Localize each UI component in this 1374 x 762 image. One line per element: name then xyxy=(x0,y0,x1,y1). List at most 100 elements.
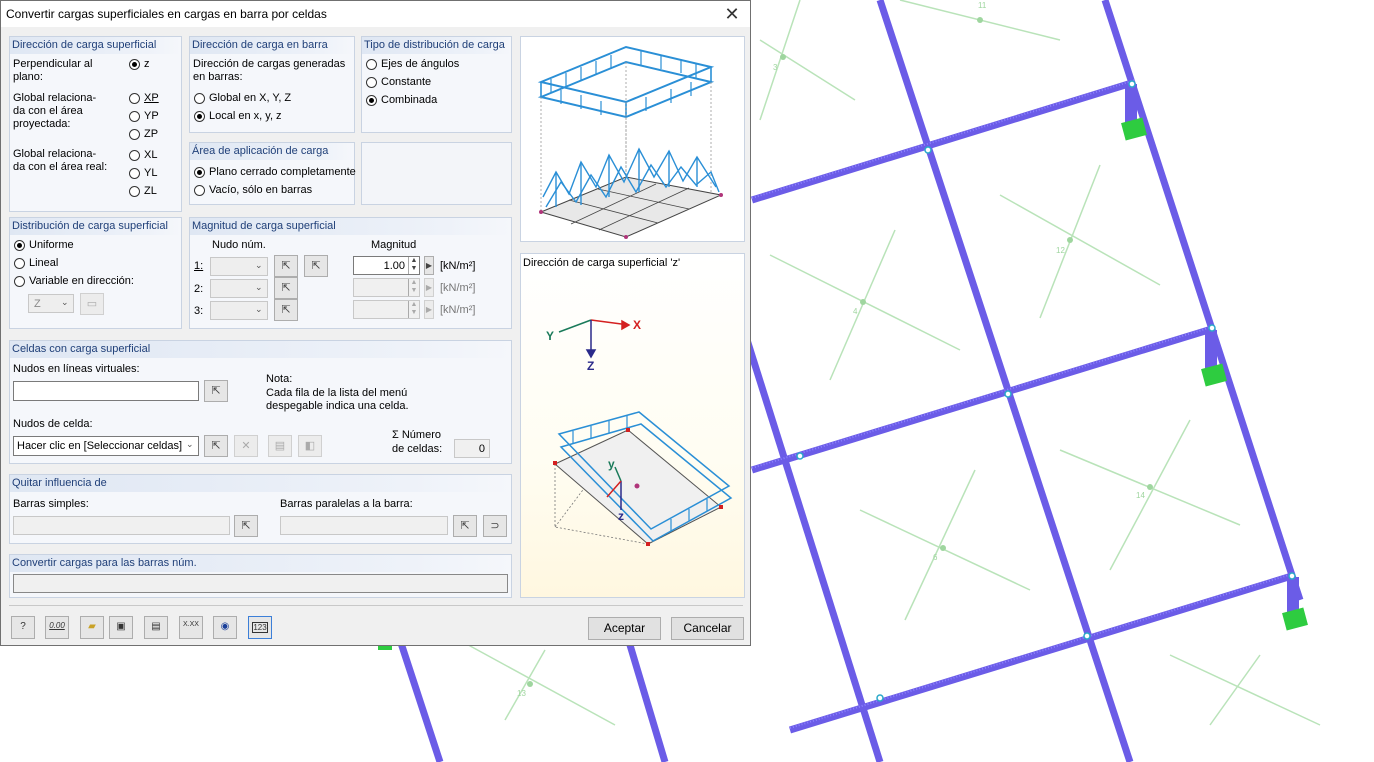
footer-separator xyxy=(9,605,743,606)
number-icon[interactable]: 123 xyxy=(248,616,272,639)
direction-illustration: X Y Z y z xyxy=(546,318,733,546)
group-header: Distribución de carga superficial xyxy=(12,220,168,232)
radio-global-xyz[interactable] xyxy=(194,93,205,104)
distribution-illustration xyxy=(537,45,723,239)
note-text-1: Cada fila de la lista del menú xyxy=(266,387,408,399)
radio-linear[interactable] xyxy=(14,258,25,269)
convert-members-input[interactable] xyxy=(13,574,508,593)
svg-text:13: 13 xyxy=(517,689,526,698)
svg-text:6: 6 xyxy=(933,553,938,562)
unit-2: [kN/m²] xyxy=(440,282,476,294)
parallel-members-input[interactable] xyxy=(280,516,448,535)
radio-linear-label: Lineal xyxy=(29,257,59,269)
radio-variable[interactable] xyxy=(14,276,25,287)
spin-arrows-icon[interactable]: ▲ ▼ xyxy=(408,279,419,296)
node-1-select[interactable]: ⌄ xyxy=(210,257,268,276)
direction-select[interactable]: Z ⌄ xyxy=(28,294,74,313)
eye-icon[interactable]: ◉ xyxy=(213,616,237,639)
pick-node-3-button[interactable]: ⇱ xyxy=(274,299,298,321)
node-3-select[interactable]: ⌄ xyxy=(210,301,268,320)
magnitude-2-input[interactable]: ▲ ▼ xyxy=(353,278,420,297)
group-header: Área de aplicación de carga xyxy=(192,145,329,157)
radio-angle-axes[interactable] xyxy=(366,59,377,70)
pick-node-1-button[interactable]: ⇱ xyxy=(274,255,298,277)
spin-arrows-icon[interactable]: ▲ ▼ xyxy=(408,301,419,318)
dialog-title: Convertir cargas superficiales en cargas… xyxy=(6,7,327,21)
remove-influence-group: Quitar influencia de Barras simples: ⇱ B… xyxy=(9,474,512,544)
cell-nodes-select[interactable]: Hacer clic en [Seleccionar celdas] ⌄ xyxy=(13,436,199,456)
ok-button[interactable]: Aceptar xyxy=(588,617,661,640)
group-header: Celdas con carga superficial xyxy=(12,343,151,355)
radio-zl[interactable] xyxy=(129,186,140,197)
edit-cell-icon[interactable]: ▤ xyxy=(268,435,292,457)
radio-constant[interactable] xyxy=(366,77,377,88)
radio-yl[interactable] xyxy=(129,168,140,179)
radio-combined-label: Combinada xyxy=(381,94,438,106)
load-distribution-image xyxy=(520,36,745,242)
units-icon[interactable]: X.XX xyxy=(179,616,203,639)
svg-text:12: 12 xyxy=(1056,246,1065,255)
radio-uniform[interactable] xyxy=(14,240,25,251)
radio-xl[interactable] xyxy=(129,150,140,161)
decimal-places-icon[interactable]: 0.00 xyxy=(45,616,69,639)
simple-members-input[interactable] xyxy=(13,516,230,535)
save-icon[interactable]: ▣ xyxy=(109,616,133,639)
view-icon[interactable]: ▤ xyxy=(144,616,168,639)
radio-zp[interactable] xyxy=(129,129,140,140)
help-icon[interactable]: ? xyxy=(11,616,35,639)
delete-cell-icon[interactable]: ✕ xyxy=(234,435,258,457)
group-header: Dirección de carga en barra xyxy=(192,39,328,51)
surface-load-magnitude-group: Magnitud de carga superficial Nudo núm. … xyxy=(189,217,512,329)
surface-load-distribution-group: Distribución de carga superficial Unifor… xyxy=(9,217,182,329)
note-title: Nota: xyxy=(266,373,293,385)
radio-constant-label: Constante xyxy=(381,76,432,88)
empty-group xyxy=(361,142,512,205)
pick-simple-members-button[interactable]: ⇱ xyxy=(234,515,258,537)
arrow-right-icon[interactable]: ▶ xyxy=(424,278,434,297)
arrow-right-icon[interactable]: ▶ xyxy=(424,300,434,319)
cancel-button[interactable]: Cancelar xyxy=(671,617,744,640)
radio-yp[interactable] xyxy=(129,111,140,122)
open-icon[interactable]: ▰ xyxy=(80,616,104,639)
nodes[interactable] xyxy=(796,80,1296,702)
magnitude-3-input[interactable]: ▲ ▼ xyxy=(353,300,420,319)
add-cell-icon[interactable]: ◧ xyxy=(298,435,322,457)
cells-group: Celdas con carga superficial Nudos en lí… xyxy=(9,340,512,464)
virtual-nodes-input[interactable] xyxy=(13,381,199,401)
radio-z-label: z xyxy=(144,58,150,70)
radio-local-xyz-label: Local en x, y, z xyxy=(209,110,282,122)
chevron-down-icon: ⌄ xyxy=(61,297,69,307)
node-2-select[interactable]: ⌄ xyxy=(210,279,268,298)
cell-nodes-value: Hacer clic en [Seleccionar celdas] xyxy=(17,440,183,452)
radio-empty-members[interactable] xyxy=(194,185,205,196)
chevron-down-icon: ⌄ xyxy=(255,260,263,270)
radio-combined[interactable] xyxy=(366,95,377,106)
simple-members-label: Barras simples: xyxy=(13,498,89,510)
radio-xp-label: XP xyxy=(144,92,159,104)
pick-node-2-button[interactable]: ⇱ xyxy=(274,277,298,299)
pick-parallel-members-button[interactable]: ⇱ xyxy=(453,515,477,537)
load-application-area-group: Área de aplicación de carga Plano cerrad… xyxy=(189,142,356,205)
select-cells-button[interactable]: ⇱ xyxy=(204,435,228,457)
unit-3: [kN/m²] xyxy=(440,304,476,316)
chevron-down-icon: ⌄ xyxy=(255,282,263,292)
perpendicular-label: Perpendicular al plano: xyxy=(13,58,93,83)
surface-load-direction-group: Dirección de carga superficial Perpendic… xyxy=(9,36,182,212)
pick-nodes-button[interactable]: ⇱ xyxy=(304,255,328,277)
row-3-label: 3: xyxy=(194,305,204,317)
pick-virtual-nodes-button[interactable]: ⇱ xyxy=(204,380,228,402)
radio-z[interactable] xyxy=(129,59,140,70)
axis-y-label: Y xyxy=(546,329,554,343)
spin-arrows-icon[interactable]: ▲ ▼ xyxy=(408,257,419,274)
pick-direction-button[interactable]: ▭ xyxy=(80,293,104,315)
local-z-label: z xyxy=(618,509,624,523)
radio-yp-label: YP xyxy=(144,110,159,122)
radio-xp[interactable] xyxy=(129,93,140,104)
reverse-icon[interactable]: ⊃ xyxy=(483,515,507,537)
magnitude-1-input[interactable]: 1.00 ▲ ▼ xyxy=(353,256,420,275)
arrow-right-icon[interactable]: ▶ xyxy=(424,256,434,275)
close-icon[interactable]: ✕ xyxy=(722,4,742,24)
radio-closed-plane[interactable] xyxy=(194,167,205,178)
radio-local-xyz[interactable] xyxy=(194,111,205,122)
radio-zl-label: ZL xyxy=(144,185,157,197)
